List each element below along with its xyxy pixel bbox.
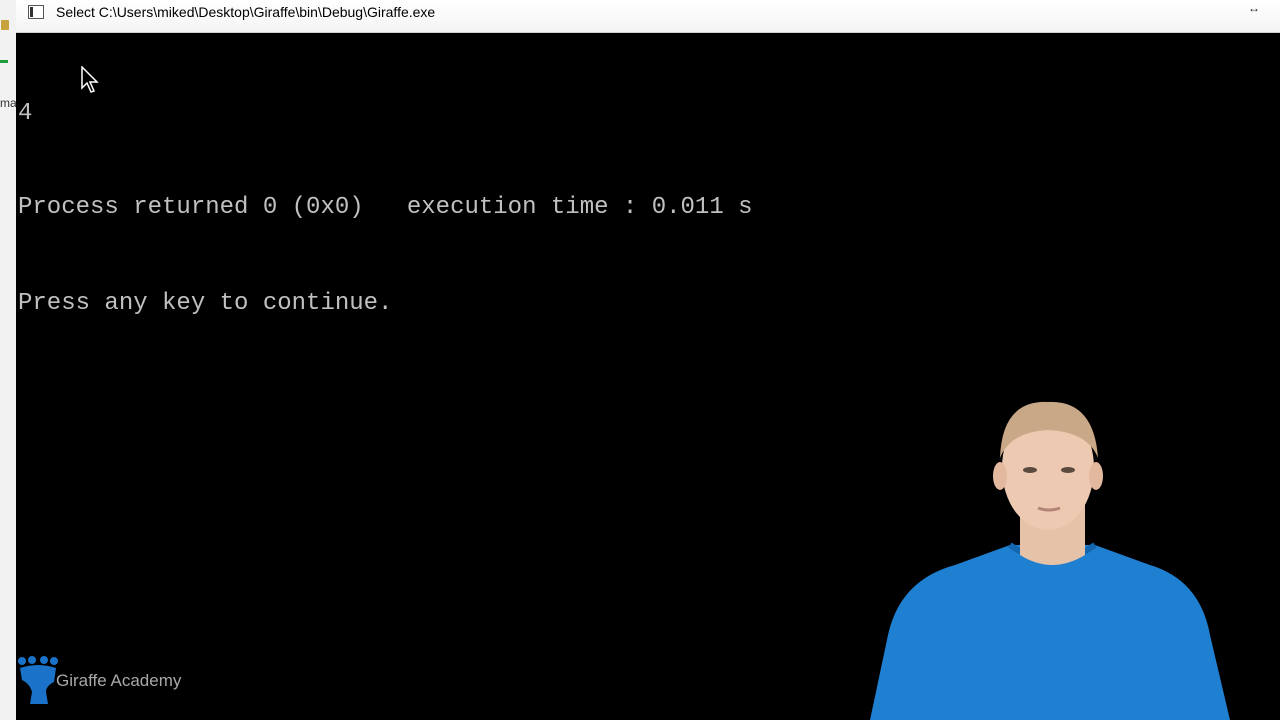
console-line-process-returned: Process returned 0 (0x0) execution time … [18, 194, 753, 221]
console-line-output: 4 [18, 100, 33, 127]
console-app-icon[interactable] [28, 5, 44, 19]
giraffe-logo-icon [18, 656, 58, 704]
ide-partial-label: ma [0, 96, 17, 110]
mouse-cursor-icon [81, 66, 99, 93]
screen: ma Select C:\Users\miked\Desktop\Giraffe… [0, 0, 1280, 720]
presenter-webcam [870, 401, 1230, 720]
ide-toolbar-icon[interactable] [1, 20, 9, 30]
console-line-press-any-key: Press any key to continue. [18, 290, 393, 317]
watermark-brand: Giraffe Academy [56, 671, 182, 690]
resize-icon[interactable]: ↔ [1248, 1, 1260, 15]
ide-build-icon[interactable] [0, 60, 8, 63]
window-title: Select C:\Users\miked\Desktop\Giraffe\bi… [56, 4, 436, 20]
console-output[interactable]: 4 Process returned 0 (0x0) execution tim… [18, 34, 753, 384]
console-titlebar[interactable]: Select C:\Users\miked\Desktop\Giraffe\bi… [16, 0, 1280, 33]
watermark: Giraffe Academy [16, 656, 181, 706]
ide-background-strip: ma [0, 0, 17, 720]
